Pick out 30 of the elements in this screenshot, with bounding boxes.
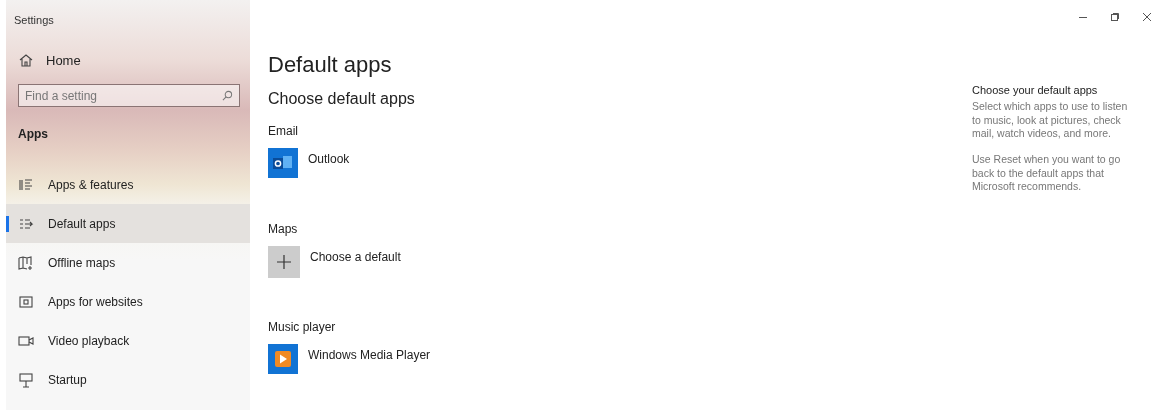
map-icon <box>18 254 34 271</box>
search-icon <box>222 90 233 101</box>
category-label: Email <box>268 124 299 138</box>
help-text: Use Reset when you want to go back to the default apps that Microsoft recommends. <box>972 152 1122 194</box>
plus-icon <box>268 246 300 278</box>
media-player-icon <box>268 344 298 374</box>
section-heading: Choose default apps <box>268 90 416 109</box>
window-title: Settings <box>13 13 55 28</box>
home-link[interactable]: Home <box>6 42 250 78</box>
search-field[interactable]: Find a setting <box>18 84 240 107</box>
monitor-icon <box>18 371 34 388</box>
nav-item[interactable]: Startup <box>6 360 250 399</box>
help-text: Select which apps to use to listen to music, look at pictures, check mail, watch videos, and more. <box>972 100 1129 141</box>
nav-item[interactable]: Video playback <box>6 321 250 360</box>
section-heading: Apps <box>17 126 49 143</box>
app-picker[interactable]: Outlook <box>268 148 948 192</box>
nav-item[interactable]: Default apps <box>6 204 250 243</box>
nav-item[interactable]: Apps & features <box>6 165 250 204</box>
nav-item[interactable]: Apps for websites <box>6 282 250 321</box>
app-picker[interactable]: Windows Media Player <box>268 344 948 388</box>
category-label: Music player <box>268 320 337 334</box>
window-icon <box>18 293 34 310</box>
page-title: Default apps <box>268 52 393 79</box>
nav-item[interactable]: Offline maps <box>6 243 250 282</box>
list-icon <box>18 176 34 193</box>
help-title: Choose your default apps <box>972 84 1099 96</box>
home-icon <box>18 52 34 68</box>
app-picker[interactable]: Choose a default <box>268 246 948 290</box>
category-label: Maps <box>268 222 299 236</box>
mail-app-icon <box>268 148 298 178</box>
